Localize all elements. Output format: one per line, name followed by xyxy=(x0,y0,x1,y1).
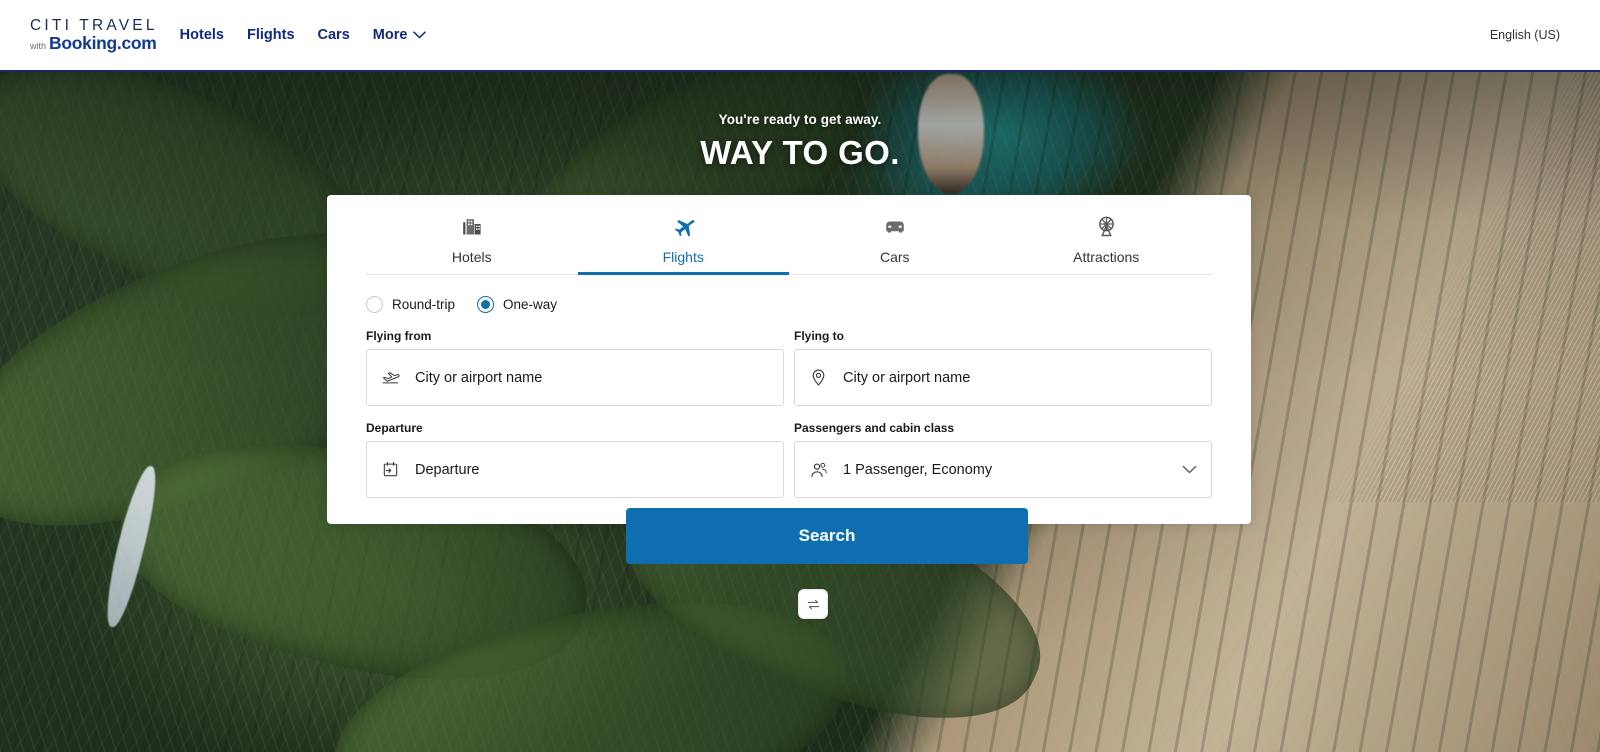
flying-from-input[interactable]: City or airport name xyxy=(366,349,784,406)
search-card: Hotels Flights Cars Attractions Round-tr… xyxy=(327,195,1251,619)
plane-takeoff-icon xyxy=(381,368,403,387)
departure-label: Departure xyxy=(366,421,423,435)
map-pin-icon xyxy=(809,368,831,387)
flying-from-group: Flying from City or airport name xyxy=(366,329,784,406)
flying-to-label: Flying to xyxy=(794,329,844,343)
nav-item-more[interactable]: More xyxy=(373,27,427,43)
tab-attractions[interactable]: Attractions xyxy=(1001,214,1213,274)
tab-attractions-label: Attractions xyxy=(1073,249,1140,265)
search-card-inner: Hotels Flights Cars Attractions Round-tr… xyxy=(366,195,1212,619)
logo-booking-line: with Booking.com xyxy=(30,33,158,53)
calendar-arrow-icon xyxy=(381,460,403,479)
language-selector[interactable]: English (US) xyxy=(1490,28,1560,42)
search-fields: Flying from City or airport name Flying … xyxy=(366,313,1212,498)
car-icon xyxy=(882,214,908,238)
hero-kicker: You're ready to get away. xyxy=(718,112,882,127)
radio-one-way-control[interactable] xyxy=(477,296,495,313)
passengers-cabin-select[interactable]: 1 Passenger, Economy xyxy=(794,441,1212,498)
logo-with-text: with xyxy=(30,41,47,51)
logo-citi-travel: CITI TRAVEL xyxy=(30,16,158,34)
logo[interactable]: CITI TRAVEL with Booking.com xyxy=(30,16,158,53)
nav-more-label: More xyxy=(372,27,408,43)
search-tabs: Hotels Flights Cars Attractions xyxy=(366,195,1212,275)
nav-item-flights[interactable]: Flights xyxy=(247,27,295,43)
radio-one-way-label: One-way xyxy=(503,297,558,312)
swap-locations-button[interactable] xyxy=(798,589,828,619)
nav-item-hotels[interactable]: Hotels xyxy=(180,27,224,43)
main-navigation: Hotels Flights Cars More xyxy=(180,27,427,43)
tab-flights[interactable]: Flights xyxy=(577,214,790,275)
site-header: CITI TRAVEL with Booking.com Hotels Flig… xyxy=(0,0,1600,72)
flying-to-input[interactable]: City or airport name xyxy=(794,349,1212,406)
tab-hotels-label: Hotels xyxy=(451,249,492,265)
logo-booking-dot-com: Booking.com xyxy=(49,33,157,53)
hero-title: WAY TO GO. xyxy=(700,134,900,171)
building-icon xyxy=(460,214,484,238)
ferris-wheel-icon xyxy=(1094,214,1119,238)
nav-item-cars[interactable]: Cars xyxy=(318,27,350,43)
radio-one-way[interactable]: One-way xyxy=(477,296,557,313)
flying-to-group: Flying to City or airport name xyxy=(794,329,1212,406)
tab-cars-label: Cars xyxy=(879,249,910,265)
departure-value: Departure xyxy=(415,461,480,478)
chevron-down-icon[interactable] xyxy=(1182,465,1197,474)
search-button[interactable]: Search xyxy=(626,508,1028,564)
departure-date-input[interactable]: Departure xyxy=(366,441,784,498)
trip-type-group: Round-trip One-way xyxy=(366,275,1212,313)
field-row-spacer xyxy=(366,406,1212,421)
chevron-down-icon xyxy=(413,31,427,39)
radio-round-trip-control[interactable] xyxy=(366,296,383,313)
departure-group: Departure Departure xyxy=(366,421,784,498)
flying-to-value: City or airport name xyxy=(843,369,971,386)
airplane-icon xyxy=(670,214,696,238)
swap-arrows-icon xyxy=(807,599,819,609)
radio-round-trip-label: Round-trip xyxy=(392,297,456,312)
flying-from-label: Flying from xyxy=(366,329,432,343)
tab-flights-label: Flights xyxy=(662,249,704,265)
tab-hotels[interactable]: Hotels xyxy=(366,214,578,274)
passengers-group: Passengers and cabin class 1 Passenger, … xyxy=(794,421,1212,498)
passengers-label: Passengers and cabin class xyxy=(794,421,955,435)
passengers-icon xyxy=(809,460,831,480)
passengers-value: 1 Passenger, Economy xyxy=(843,461,993,478)
flying-from-value: City or airport name xyxy=(415,369,543,386)
radio-round-trip[interactable]: Round-trip xyxy=(366,296,455,313)
tab-cars[interactable]: Cars xyxy=(789,214,1001,274)
hero-copy: You're ready to get away. WAY TO GO. xyxy=(0,112,1600,172)
